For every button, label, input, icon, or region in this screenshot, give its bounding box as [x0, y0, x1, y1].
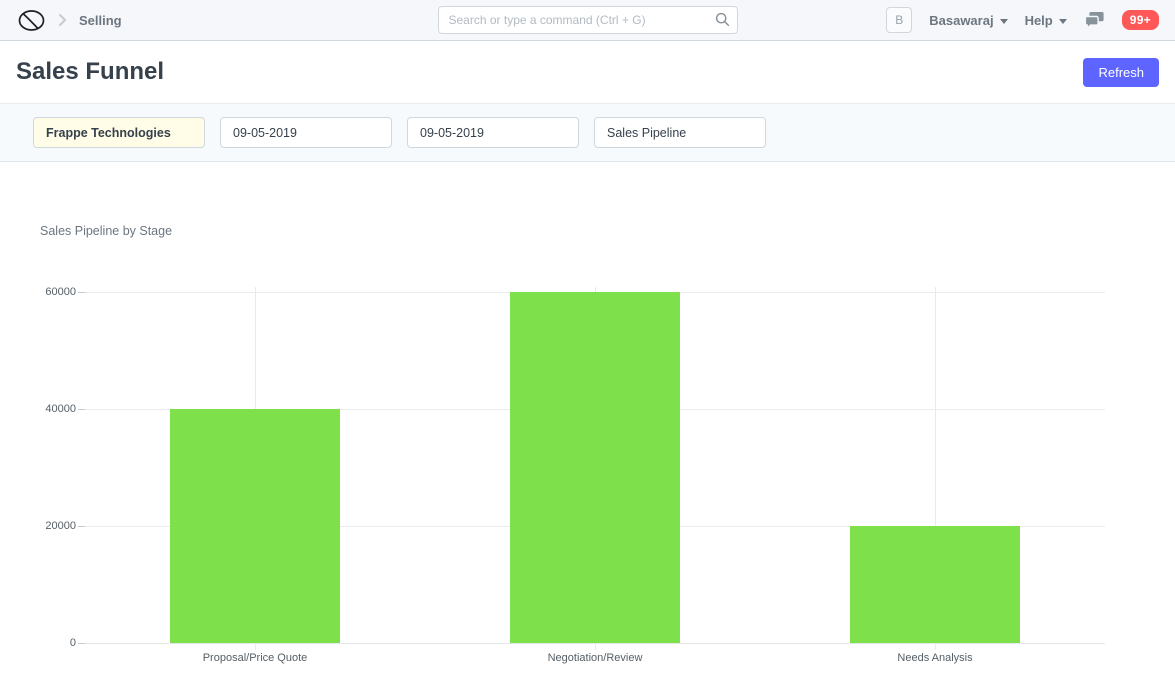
- chart-column: [425, 292, 765, 643]
- page-head: Sales Funnel Refresh: [0, 41, 1175, 104]
- help-label: Help: [1025, 13, 1053, 28]
- chevron-down-icon: [1059, 19, 1067, 24]
- y-axis-tick-label: 40000: [30, 403, 76, 415]
- x-axis-label: Needs Analysis: [765, 652, 1105, 664]
- chart-plot: 0200004000060000: [85, 292, 1105, 643]
- user-menu[interactable]: Basawaraj: [929, 13, 1007, 28]
- x-axis-label: Negotiation/Review: [425, 652, 765, 664]
- chart-bar[interactable]: [170, 409, 340, 643]
- user-name: Basawaraj: [929, 13, 993, 28]
- chart-columns: [85, 292, 1105, 643]
- help-menu[interactable]: Help: [1025, 13, 1067, 28]
- search-input[interactable]: [438, 6, 738, 34]
- chart-column: [85, 292, 425, 643]
- notification-badge[interactable]: 99+: [1122, 10, 1159, 30]
- app-logo-icon[interactable]: [16, 7, 46, 33]
- chart-title: Sales Pipeline by Stage: [40, 224, 1175, 238]
- y-axis-tick-label: 20000: [30, 520, 76, 532]
- page-title: Sales Funnel: [16, 58, 164, 86]
- refresh-button[interactable]: Refresh: [1083, 58, 1159, 87]
- y-axis-tick-label: 60000: [30, 286, 76, 298]
- from-date-filter[interactable]: [220, 117, 392, 148]
- navbar: Selling B Basawaraj Help 99+: [0, 0, 1175, 41]
- filter-bar: [0, 104, 1175, 162]
- chart-bar[interactable]: [510, 292, 680, 643]
- chart-column: [765, 292, 1105, 643]
- chevron-down-icon: [1000, 19, 1008, 24]
- search-icon: [715, 12, 730, 32]
- company-filter[interactable]: [33, 117, 205, 148]
- y-axis-tick-label: 0: [30, 637, 76, 649]
- chevron-right-icon: [58, 13, 67, 27]
- x-axis-label: Proposal/Price Quote: [85, 652, 425, 664]
- avatar[interactable]: B: [886, 7, 912, 33]
- chat-icon[interactable]: [1084, 11, 1105, 30]
- to-date-filter[interactable]: [407, 117, 579, 148]
- breadcrumb-selling[interactable]: Selling: [79, 13, 122, 28]
- global-search: [438, 6, 738, 34]
- chart-bar[interactable]: [850, 526, 1020, 643]
- chart-type-filter[interactable]: [594, 117, 766, 148]
